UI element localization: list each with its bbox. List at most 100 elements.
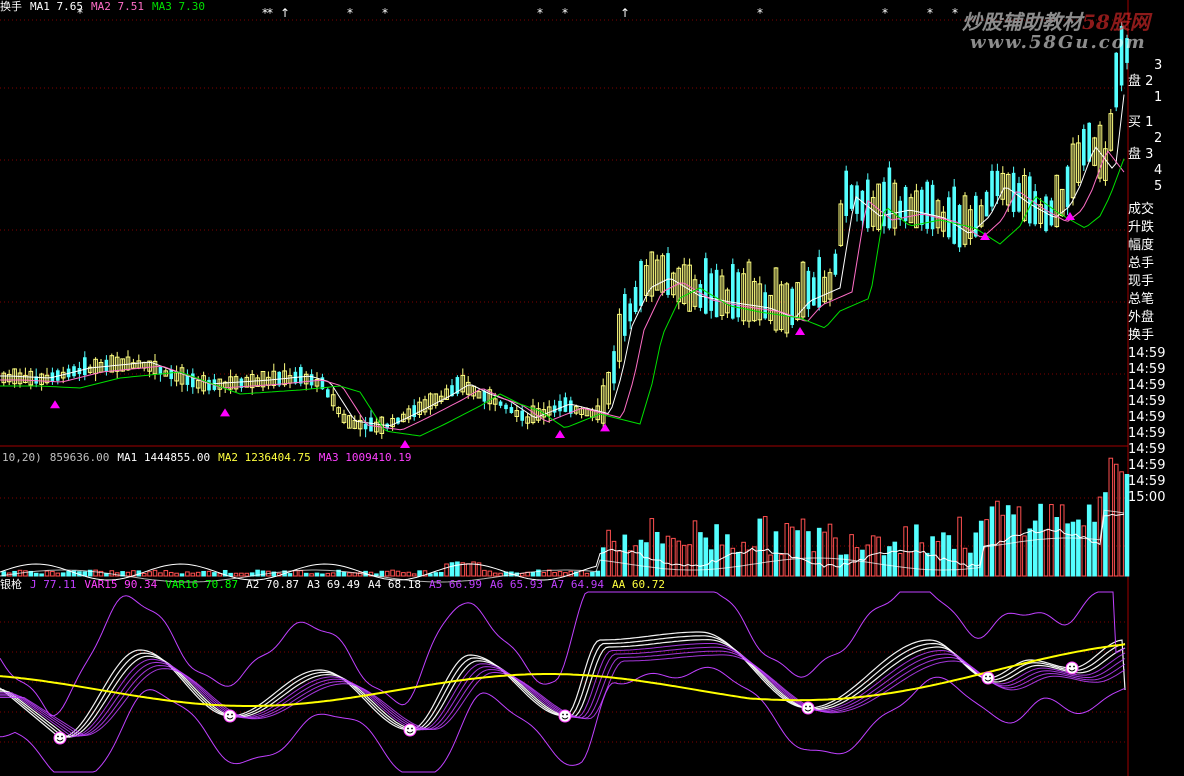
volume-bar [606, 529, 611, 577]
price-candle [709, 273, 713, 311]
volume-bar [125, 571, 131, 577]
buy-signal-marker [600, 423, 610, 432]
volume-bar [1043, 529, 1049, 577]
volume-bar [541, 572, 547, 577]
top-event-marker: * [382, 6, 388, 20]
volume-bar [39, 573, 44, 577]
volume-bar [341, 571, 347, 577]
price-candle [612, 351, 616, 384]
volume-bar [654, 531, 660, 577]
indicator-band-line [0, 643, 1126, 738]
top-event-marker: * [882, 6, 888, 20]
volume-bar [703, 537, 709, 577]
volume-bar [449, 562, 455, 577]
volume-bar [179, 573, 185, 577]
side-panel-row: 幅度 [1128, 238, 1155, 253]
price-candle [623, 294, 627, 336]
volume-bar [660, 543, 665, 577]
price-candle [1082, 128, 1086, 166]
price-candle [1065, 166, 1070, 208]
volume-bar [784, 523, 790, 577]
volume-bar [995, 500, 1000, 577]
volume-bar [681, 544, 687, 577]
volume-bar [174, 572, 179, 577]
smiley-signal-icon [981, 671, 995, 685]
volume-bar [984, 519, 989, 577]
volume-bar [881, 555, 887, 577]
volume-bar [303, 572, 309, 577]
volume-legend-ma2: MA2 1236404.75 [218, 451, 311, 464]
volume-bar [552, 571, 557, 577]
volume-bar [444, 563, 449, 577]
volume-bar [455, 561, 460, 577]
volume-bar [762, 516, 768, 577]
side-panel-row: 3 [1154, 58, 1163, 73]
indicator-legend-a2: A2 70.87 [246, 578, 300, 591]
volume-bar [212, 572, 217, 577]
volume-bar [147, 571, 152, 577]
volume-bar [206, 570, 212, 577]
volume-bar [314, 572, 320, 577]
volume-bar [795, 530, 800, 577]
smiley-signal-icon [1065, 661, 1079, 675]
top-event-marker: * [537, 6, 543, 20]
price-candle [990, 170, 994, 207]
volume-bar [201, 570, 206, 577]
indicator-aa-line [0, 643, 1126, 707]
indicator-legend-a7: A7 64.94 [551, 578, 604, 591]
volume-bar [1059, 504, 1065, 577]
indicator-band-line [0, 631, 1126, 739]
side-panel-row: 总手 [1128, 256, 1155, 271]
top-event-marker: * [347, 6, 353, 20]
volume-bar [298, 570, 304, 577]
volume-bar [141, 572, 147, 577]
volume-bar [217, 573, 223, 577]
price-candle [504, 404, 508, 410]
price-legend-ma3: MA3 7.30 [151, 0, 205, 13]
volume-bar [50, 570, 55, 577]
side-panel-row: 14:59 [1128, 346, 1166, 361]
price-candle [930, 184, 935, 230]
volume-bar [870, 535, 876, 577]
price-candle [817, 257, 821, 308]
indicator-legend-j: J 77.11 [30, 578, 77, 591]
volume-legend-vol: 859636.00 [49, 451, 110, 464]
volume-bar [865, 544, 871, 577]
top-event-marker: ↑ [620, 6, 630, 20]
volume-bar [687, 544, 692, 577]
volume-bar [1027, 528, 1033, 577]
price-candle [552, 405, 557, 413]
price-candle [83, 357, 87, 376]
price-candle [482, 390, 487, 402]
volume-bar [622, 534, 628, 577]
volume-bar [287, 573, 293, 577]
ma1-line [0, 94, 1125, 427]
volume-bar [1119, 471, 1124, 577]
side-panel-row: 14:59 [1128, 362, 1166, 377]
price-candle [191, 373, 195, 388]
volume-bar [1103, 492, 1108, 577]
volume-bar [347, 572, 352, 577]
price-candle [849, 185, 854, 209]
volume-bar [806, 531, 811, 577]
volume-bar [44, 570, 50, 577]
volume-bar [887, 546, 892, 577]
volume-bar [325, 572, 331, 577]
volume-bar [23, 570, 28, 577]
side-panel-row: 外盘 [1128, 310, 1155, 325]
volume-bar [1092, 521, 1097, 577]
volume-bar [401, 572, 406, 577]
volume-bar [395, 570, 401, 577]
price-candle [995, 170, 1000, 197]
stock-chart[interactable]: * * * ↑ * * * * ↑ * * * * [0, 0, 1184, 776]
volume-bar [1113, 463, 1119, 577]
price-candle [1087, 122, 1091, 162]
indicator-legend-a6: A6 65.93 [490, 578, 543, 591]
volume-bar [55, 572, 61, 577]
volume-bar [816, 527, 822, 577]
volume-bar [239, 572, 244, 577]
volume-bar [719, 544, 725, 577]
side-panel-row: 成交 [1128, 202, 1155, 217]
volume-bar [665, 535, 671, 577]
smiley-signal-icon [801, 701, 815, 715]
